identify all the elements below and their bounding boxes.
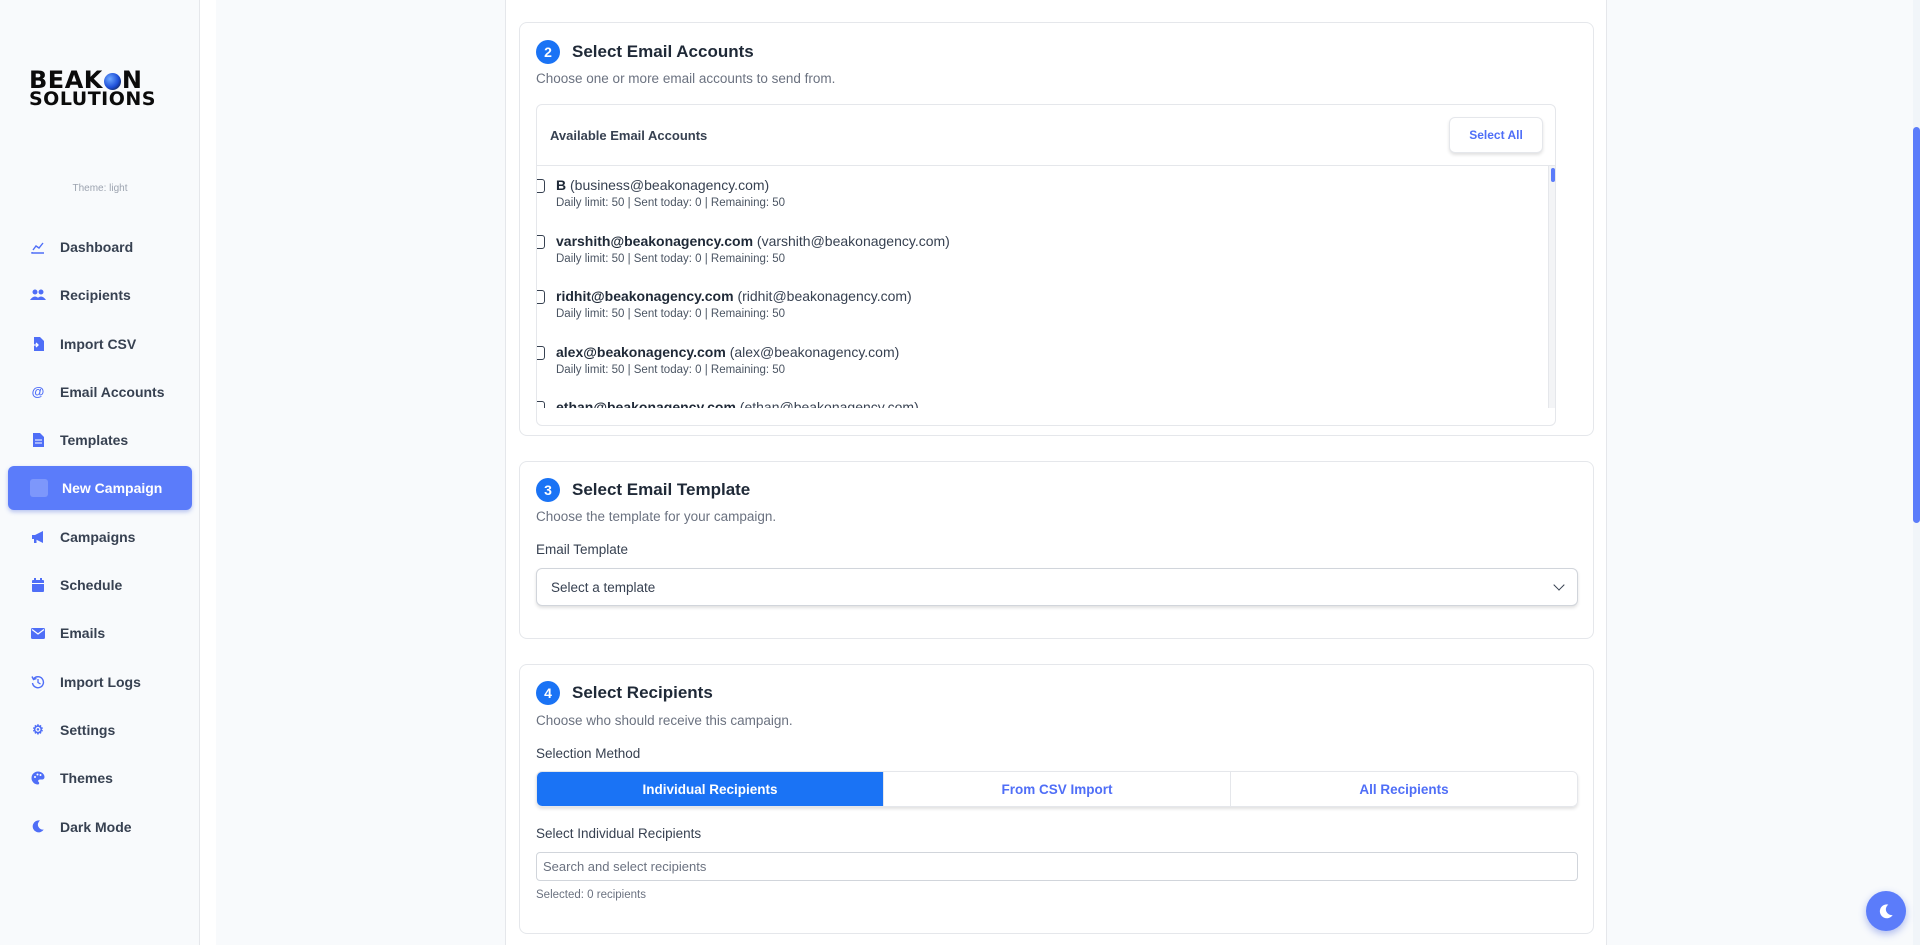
gear-icon: ⚙ [32,721,44,737]
sidebar-item-import-logs[interactable]: Import Logs [8,660,192,704]
accounts-box-header: Available Email Accounts Select All [537,105,1555,166]
page-scrollbar[interactable] [1913,0,1920,945]
sidebar-item-schedule[interactable]: Schedule [8,563,192,607]
csv-import-button[interactable]: From CSV Import [884,772,1231,806]
section-title: Select Email Template [572,480,751,499]
available-accounts-box: Available Email Accounts Select All B (b… [536,104,1556,426]
account-checkbox[interactable] [537,346,545,360]
accounts-box-title: Available Email Accounts [550,127,708,143]
scroll-thumb[interactable] [1551,168,1555,182]
sidebar-item-templates[interactable]: Templates [8,418,192,462]
theme-label: Theme: light [72,183,128,194]
selected-count: Selected: 0 recipients [536,889,646,901]
step-number: 3 [536,478,560,502]
globe-icon [103,73,121,90]
recipients-card: 4 Select Recipients Choose who should re… [519,664,1594,934]
section-subtitle: Choose the template for your campaign. [536,509,777,524]
sidebar-gutter [200,0,216,945]
email-template-select[interactable]: Select a template [536,568,1578,606]
individual-recipients-button[interactable]: Individual Recipients [537,772,884,806]
account-checkbox[interactable] [537,235,545,249]
dark-mode-toggle-button[interactable] [1866,891,1906,931]
accounts-scrollbar[interactable] [1549,166,1555,408]
section-header: 2 Select Email Accounts [536,40,754,64]
calendar-icon [30,577,46,593]
history-icon [30,674,46,690]
paper-plane-icon [30,479,48,498]
sidebar-item-campaigns[interactable]: Campaigns [8,515,192,559]
step-number: 4 [536,681,560,705]
palette-icon [30,770,46,786]
account-checkbox[interactable] [537,179,545,193]
section-title: Select Email Accounts [572,42,754,61]
file-import-icon [30,336,46,352]
users-icon [30,287,46,303]
file-icon [30,432,46,448]
section-header: 3 Select Email Template [536,478,750,502]
section-header: 4 Select Recipients [536,681,713,705]
sidebar-nav: Dashboard Recipients Import CSV @ Email … [8,225,192,853]
megaphone-icon [30,529,46,545]
email-template-label: Email Template [536,542,629,557]
sidebar-item-emails[interactable]: Emails [8,611,192,655]
sidebar-item-dashboard[interactable]: Dashboard [8,225,192,269]
sidebar-item-themes[interactable]: Themes [8,756,192,800]
moon-icon [1879,903,1893,918]
all-recipients-button[interactable]: All Recipients [1231,772,1577,806]
accounts-list[interactable]: B (business@beakonagency.com) Daily limi… [537,166,1549,408]
at-icon: @ [31,384,45,400]
brand-logo[interactable]: BEAK N SOLUTIONS [29,68,175,109]
sidebar-item-new-campaign[interactable]: New Campaign [8,466,192,511]
sidebar-item-recipients[interactable]: Recipients [8,273,192,317]
sidebar-item-import-csv[interactable]: Import CSV [8,322,192,366]
moon-icon [30,819,46,835]
selection-method-toggle: Individual Recipients From CSV Import Al… [536,771,1578,807]
scroll-thumb[interactable] [1913,127,1920,523]
sidebar-item-dark-mode[interactable]: Dark Mode [8,805,192,849]
sidebar-item-email-accounts[interactable]: @ Email Accounts [8,370,192,414]
individual-recipients-label: Select Individual Recipients [536,826,702,841]
email-template-card: 3 Select Email Template Choose the templ… [519,461,1594,639]
section-subtitle: Choose who should receive this campaign. [536,713,793,728]
account-checkbox[interactable] [537,290,545,304]
email-accounts-card: 2 Select Email Accounts Choose one or mo… [519,22,1594,436]
selection-method-label: Selection Method [536,746,641,761]
recipients-search-input[interactable]: Search and select recipients [536,852,1578,881]
sidebar: BEAK N SOLUTIONS Theme: light Dashboard R… [0,0,200,945]
chart-line-icon [30,239,46,255]
select-all-button[interactable]: Select All [1449,117,1543,153]
step-number: 2 [536,40,560,64]
sidebar-item-settings[interactable]: ⚙ Settings [8,708,192,752]
account-checkbox[interactable] [537,401,545,408]
chevron-down-icon [1553,579,1565,591]
section-subtitle: Choose one or more email accounts to sen… [536,71,836,86]
envelope-icon [30,625,46,641]
section-title: Select Recipients [572,683,713,702]
